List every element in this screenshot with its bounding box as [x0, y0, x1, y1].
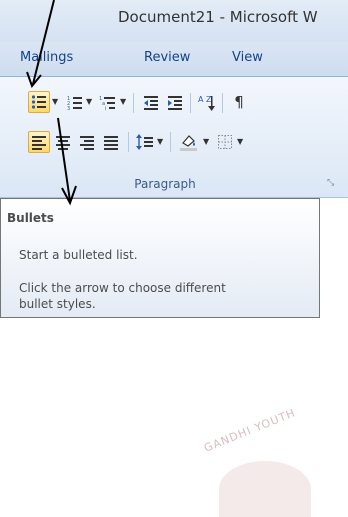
align-left-icon [32, 136, 46, 150]
paragraph-group-label: Paragraph [134, 177, 196, 191]
separator [170, 132, 171, 152]
svg-text:i: i [105, 106, 106, 111]
tooltip-hint-line1: Click the arrow to choose different [19, 281, 226, 295]
tooltip-title: Bullets [7, 211, 54, 225]
bullets-dropdown-arrow[interactable]: ▼ [52, 97, 58, 106]
numbering-button[interactable]: 1 2 3 [64, 92, 86, 114]
multilevel-list-dropdown-arrow[interactable]: ▼ [120, 97, 126, 106]
shading-button[interactable] [178, 131, 200, 153]
dialog-launcher-icon[interactable]: ⤡ [327, 178, 334, 188]
show-formatting-marks-button[interactable]: ¶ [228, 91, 250, 113]
center-icon [56, 136, 70, 150]
tab-mailings[interactable]: Mailings [20, 50, 73, 65]
separator [133, 93, 134, 113]
tooltip-description: Start a bulleted list. [19, 248, 138, 262]
line-spacing-dropdown-arrow[interactable]: ▼ [157, 137, 163, 146]
separator [128, 132, 129, 152]
tab-review[interactable]: Review [144, 50, 190, 65]
title-bar: Document21 - Microsoft W [0, 0, 348, 42]
watermark-seal [219, 461, 311, 517]
justify-icon [104, 136, 118, 150]
sort-icon: A Z [198, 95, 215, 111]
align-left-button[interactable] [28, 131, 50, 153]
align-right-button[interactable] [76, 131, 98, 153]
align-right-icon [80, 136, 94, 150]
numbering-dropdown-arrow[interactable]: ▼ [86, 97, 92, 106]
tooltip-hint-line2: bullet styles. [19, 297, 96, 311]
multilevel-list-button[interactable]: 1 a i [97, 92, 119, 114]
borders-icon [218, 135, 232, 149]
bullets-tooltip: GANDHI YOUTH Bullets Start a bulleted li… [0, 198, 320, 517]
borders-button[interactable] [214, 131, 236, 153]
watermark-text: GANDHI YOUTH [202, 406, 298, 455]
increase-indent-icon [168, 96, 182, 110]
borders-dropdown-arrow[interactable]: ▼ [237, 137, 243, 146]
justify-button[interactable] [100, 131, 122, 153]
line-spacing-button[interactable] [134, 131, 156, 153]
svg-text:A Z: A Z [198, 95, 212, 104]
multilevel-list-icon: 1 a i [99, 96, 115, 111]
paragraph-group: ▼ 1 2 3 ▼ 1 a i ▼ A Z ¶ ▼ ▼ ▼ Paragraph … [0, 77, 348, 198]
tab-view[interactable]: View [232, 50, 263, 65]
increase-indent-button[interactable] [164, 92, 186, 114]
separator [190, 93, 191, 113]
shading-icon [180, 135, 197, 151]
decrease-indent-button[interactable] [140, 92, 162, 114]
shading-dropdown-arrow[interactable]: ▼ [203, 137, 209, 146]
ribbon-tabs: Mailings Review View [0, 42, 348, 77]
window-title: Document21 - Microsoft W [118, 8, 318, 26]
center-button[interactable] [52, 131, 74, 153]
sort-button[interactable]: A Z [196, 92, 218, 114]
decrease-indent-icon [144, 96, 158, 110]
numbering-icon: 1 2 3 [67, 96, 82, 111]
svg-text:3: 3 [67, 106, 70, 111]
bullets-button[interactable] [28, 91, 50, 113]
separator [222, 93, 223, 113]
bullets-icon [31, 95, 46, 109]
line-spacing-icon [136, 134, 153, 150]
